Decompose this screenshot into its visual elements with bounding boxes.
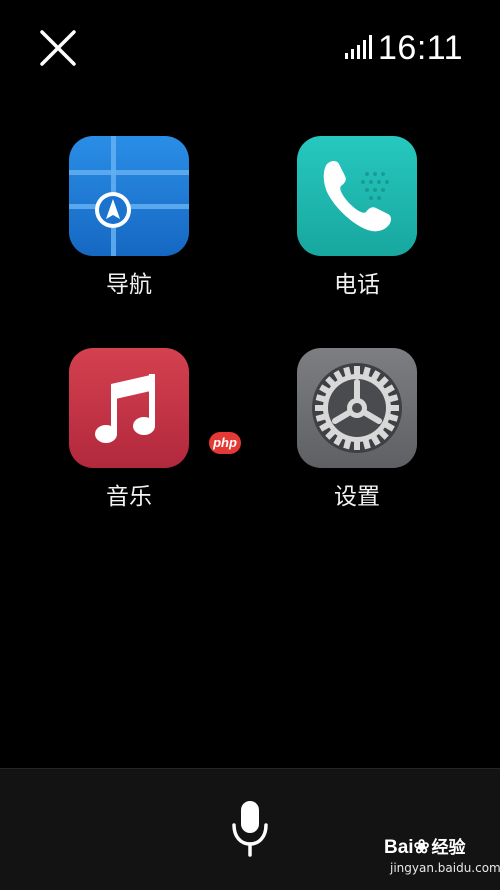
app-label-phone: 电话 xyxy=(334,272,380,298)
microphone-icon xyxy=(232,801,268,857)
watermark-url: jingyan.baidu.com xyxy=(390,861,500,875)
phone-icon xyxy=(297,136,417,256)
gear-icon xyxy=(297,348,417,468)
app-label-navigation: 导航 xyxy=(106,272,152,298)
php-badge: php xyxy=(209,432,241,454)
close-icon xyxy=(40,30,76,66)
watermark-logo: Bai❀ 经验 xyxy=(384,833,466,859)
signal-bars-icon xyxy=(345,35,372,59)
app-music[interactable]: 音乐 xyxy=(59,348,199,528)
voice-input-button[interactable] xyxy=(226,799,274,859)
app-phone[interactable]: 电话 xyxy=(287,136,427,316)
status-time: 16:11 xyxy=(378,29,464,67)
watermark: Bai❀ 经验 jingyan.baidu.com xyxy=(384,833,500,885)
status-bar: 16:11 xyxy=(0,0,500,95)
paw-icon: ❀ xyxy=(413,837,430,858)
app-label-settings: 设置 xyxy=(334,484,380,510)
app-label-music: 音乐 xyxy=(106,484,152,510)
watermark-brand-latin: Bai xyxy=(384,837,414,858)
navigation-icon xyxy=(69,136,189,256)
music-note-icon xyxy=(69,348,189,468)
close-button[interactable] xyxy=(36,26,80,70)
watermark-brand-cn: 经验 xyxy=(431,838,466,857)
app-navigation[interactable]: 导航 xyxy=(59,136,199,316)
app-settings[interactable]: 设置 xyxy=(287,348,427,528)
